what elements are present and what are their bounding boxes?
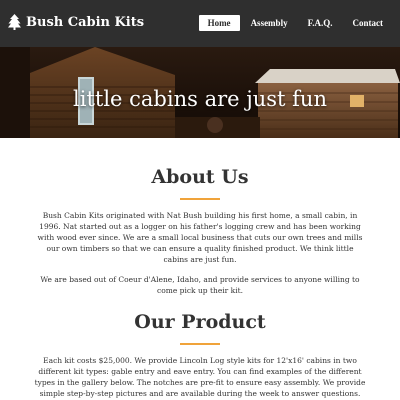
about-section: About Us Bush Cabin Kits originated with… [0,166,400,296]
nav-contact[interactable]: Contact [344,15,393,31]
about-divider [180,198,220,200]
product-section: Our Product Each kit costs $25,000. We p… [0,311,400,399]
about-paragraph-1: Bush Cabin Kits originated with Nat Bush… [37,211,363,264]
tree-icon [8,14,21,30]
product-divider [180,343,220,345]
brand[interactable]: Bush Cabin Kits [8,14,144,30]
product-paragraph-1: Each kit costs $25,000. We provide Linco… [34,356,366,398]
hero-title: little cabins are just fun [73,87,327,111]
main-nav: Home Assembly F.A.Q. Contact [197,15,392,31]
about-heading: About Us [151,166,249,188]
hero-banner: little cabins are just fun [0,47,400,138]
nav-assembly[interactable]: Assembly [242,15,297,31]
top-navbar: Bush Cabin Kits Home Assembly F.A.Q. Con… [0,0,400,47]
about-paragraph-2: We are based out of Coeur d'Alene, Idaho… [40,275,360,295]
nav-home[interactable]: Home [198,15,240,31]
product-heading: Our Product [134,311,266,333]
brand-name: Bush Cabin Kits [26,14,145,30]
nav-faq[interactable]: F.A.Q. [299,15,342,31]
